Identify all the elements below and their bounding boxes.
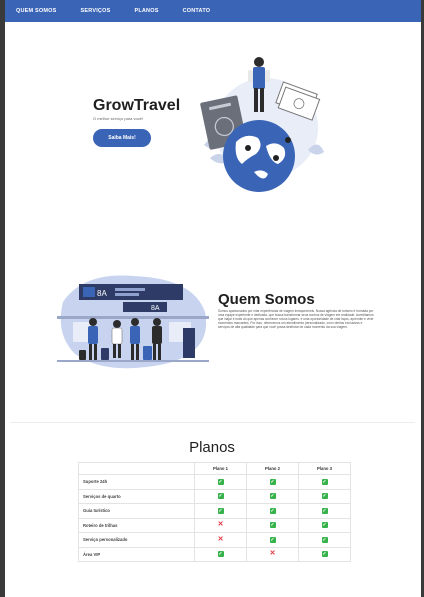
plan-cell: ✓ [194,488,247,504]
hero-subtitle: O melhor serviço para você! [93,116,144,121]
table-row: Serviços de quarto ✓ ✓ ✓ [78,488,351,504]
plan-cell: ✓ [246,517,299,533]
about-text: Somos apaixonados por criar experiências… [218,309,374,329]
check-icon: ✓ [321,478,328,485]
plan-cell: ✕ [194,517,247,533]
check-icon: ✓ [269,493,276,500]
plan-cell: ✓ [246,503,299,519]
cross-icon: ✕ [269,550,276,558]
plan-cell: ✓ [246,474,299,490]
plan-cell: ✕ [246,546,299,562]
feature-label: Guia turístico [78,503,195,519]
about-title: Quem Somos [218,291,315,308]
check-icon: ✓ [217,507,224,514]
airport-illustration: 8A 8A [57,275,209,369]
check-icon: ✓ [217,478,224,485]
feature-label: Serviços de quarto [78,488,195,504]
plan-cell: ✓ [298,503,351,519]
check-icon: ✓ [321,522,328,529]
cross-icon: ✕ [217,521,224,529]
table-row: Guia turístico ✓ ✓ ✓ [78,503,351,519]
top-navbar: QUEM SOMOS SERVIÇOS PLANOS CONTATO [5,0,421,22]
nav-link-contato[interactable]: CONTATO [183,8,211,14]
check-icon: ✓ [321,551,328,558]
nav-link-planos[interactable]: PLANOS [134,8,158,14]
feature-label: Suporte 24h [78,474,195,490]
plans-table: Plano 1 Plano 2 Plano 3 Suporte 24h ✓ ✓ ✓ Se… [78,462,351,562]
check-icon: ✓ [217,493,224,500]
nav-link-quem-somos[interactable]: QUEM SOMOS [16,8,57,14]
check-icon: ✓ [269,478,276,485]
check-icon: ✓ [217,551,224,558]
board-code-2: 8A [151,305,160,312]
feature-label: Serviço personalizado [78,532,195,548]
plan-cell: ✓ [194,474,247,490]
table-row: Roteiro de trilhas ✕ ✓ ✓ [78,517,351,533]
check-icon: ✓ [321,493,328,500]
board-code-1: 8A [97,289,107,298]
plans-header-empty [78,462,195,475]
table-row: Suporte 24h ✓ ✓ ✓ [78,474,351,490]
plan-cell: ✓ [298,532,351,548]
window-border-left [0,0,5,597]
plan-cell: ✓ [298,546,351,562]
check-icon: ✓ [321,536,328,543]
feature-label: Roteiro de trilhas [78,517,195,533]
saiba-mais-button[interactable]: Saiba Mais! [93,129,151,147]
plan-cell: ✕ [194,532,247,548]
plan-header: Plano 2 [246,462,299,475]
section-divider [10,422,415,423]
travel-globe-illustration [200,57,324,192]
plan-cell: ✓ [194,503,247,519]
table-row: Serviço personalizado ✕ ✓ ✓ [78,532,351,548]
nav-link-servicos[interactable]: SERVIÇOS [81,8,111,14]
cross-icon: ✕ [217,535,224,543]
check-icon: ✓ [321,507,328,514]
plans-title: Planos [189,439,235,456]
hero-title: GrowTravel [93,97,181,114]
plan-cell: ✓ [246,532,299,548]
feature-label: Área VIP [78,546,195,562]
plan-cell: ✓ [194,546,247,562]
plans-header-row: Plano 1 Plano 2 Plano 3 [78,462,351,475]
plan-header: Plano 1 [194,462,247,475]
plan-cell: ✓ [298,517,351,533]
plan-header: Plano 3 [298,462,351,475]
check-icon: ✓ [269,507,276,514]
plan-cell: ✓ [298,474,351,490]
plan-cell: ✓ [298,488,351,504]
check-icon: ✓ [269,536,276,543]
check-icon: ✓ [269,522,276,529]
plan-cell: ✓ [246,488,299,504]
table-row: Área VIP ✓ ✕ ✓ [78,546,351,562]
